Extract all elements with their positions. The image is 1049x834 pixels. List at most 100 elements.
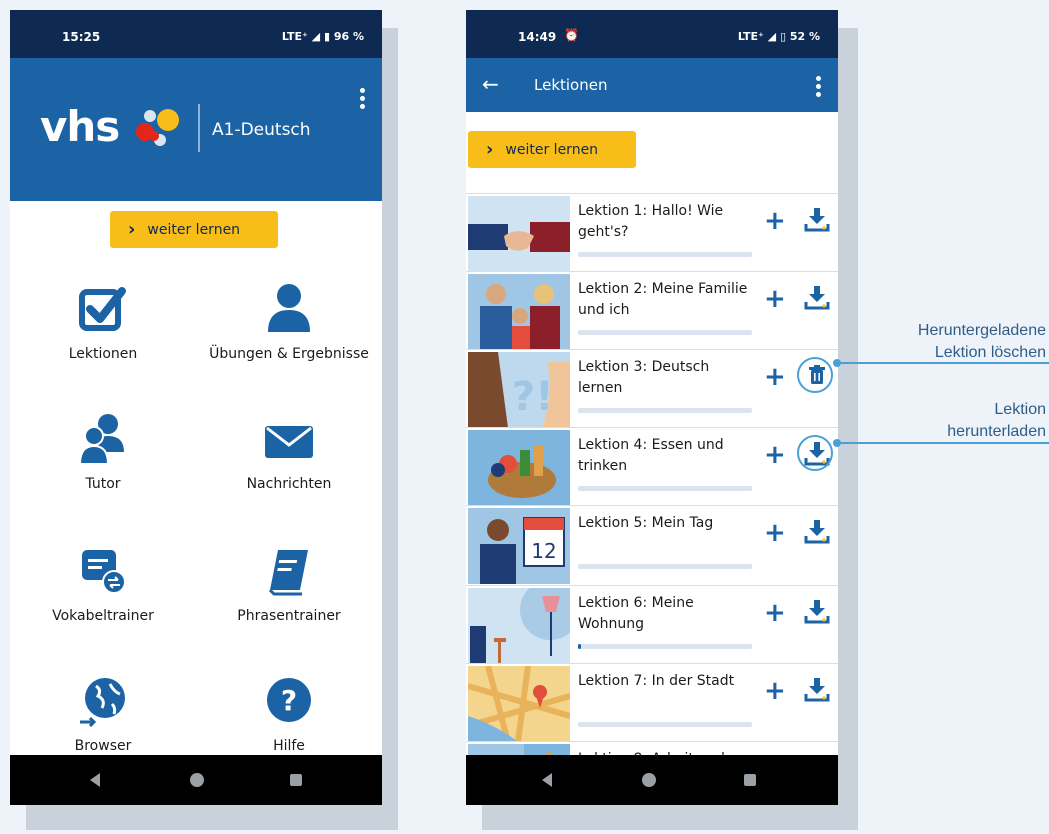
app-header: vhs A1-Deutsch (10, 58, 382, 201)
lesson-row[interactable]: Lektion 4: Essen und trinken + (466, 427, 838, 508)
callout-download-line2: herunterladen (947, 423, 1046, 440)
callout-download-line1: Lektion (994, 401, 1046, 418)
lesson-row[interactable]: Lektion 7: In der Stadt + (466, 663, 838, 744)
download-icon[interactable] (804, 206, 830, 232)
tile-label: Übungen & Ergebnisse (209, 346, 369, 362)
vocab-icon (76, 544, 130, 598)
calendar-number: 12 (531, 539, 556, 563)
nav-back-icon[interactable] (542, 773, 552, 787)
lesson-progress-bar (578, 252, 752, 257)
lesson-thumbnail (468, 196, 570, 272)
status-indicators: LTE⁺ ◢ ▯ 52 % (737, 30, 820, 43)
lesson-row[interactable]: ?! Lektion 3: Deutsch lernen + (466, 349, 838, 430)
lesson-row[interactable]: 12 Lektion 5: Mein Tag + (466, 505, 838, 586)
lesson-row[interactable]: Lektion 2: Meine Familie und ich + (466, 271, 838, 352)
lesson-row[interactable]: Lektion 1: Hallo! Wie geht's? + (466, 193, 838, 274)
tile-browser[interactable]: Browser (10, 674, 196, 754)
lesson-thumbnail: 12 (468, 508, 570, 584)
add-lesson-icon[interactable]: + (764, 286, 786, 312)
page-title: Lektionen (534, 76, 608, 94)
tile-label: Lektionen (68, 346, 138, 362)
nav-recents-icon[interactable] (744, 774, 756, 786)
nav-recents-icon[interactable] (290, 774, 302, 786)
vhs-logo: vhs (40, 102, 120, 151)
status-indicators: LTE⁺ ◢ ▮ 96 % (281, 30, 364, 43)
continue-learning-button[interactable]: › weiter lernen (468, 131, 636, 168)
lesson-progress-bar (578, 330, 752, 335)
lesson-thumbnail (468, 666, 570, 742)
callout-delete: Heruntergeladene Lektion löschen (918, 320, 1046, 364)
lesson-row[interactable]: Lektion 6: Meine Wohnung + (466, 585, 838, 666)
tile-lektionen[interactable]: Lektionen (10, 282, 196, 362)
lesson-progress-bar (578, 564, 752, 569)
chevron-right-icon: › (486, 139, 494, 160)
tile-nachrichten[interactable]: Nachrichten (196, 412, 382, 492)
callout-delete-line2: Lektion löschen (934, 344, 1046, 361)
lesson-thumbnail (468, 588, 570, 664)
highlight-ring (797, 435, 833, 471)
lesson-thumbnail: ?! (468, 352, 570, 428)
status-bar: 14:49 ⏰ LTE⁺ ◢ ▯ 52 % (466, 10, 838, 58)
tile-vokabeltrainer[interactable]: Vokabeltrainer (10, 544, 196, 624)
download-icon[interactable] (804, 676, 830, 702)
vhs-logo-dots-icon (136, 109, 179, 146)
lesson-title: Lektion 3: Deutsch lernen (578, 359, 710, 396)
lesson-title: Lektion 6: Meine Wohnung (578, 595, 694, 632)
lesson-title: Lektion 5: Mein Tag (578, 515, 714, 531)
logo-separator (198, 104, 200, 152)
nav-back-icon[interactable] (90, 773, 100, 787)
svg-text:?: ? (281, 684, 297, 717)
envelope-icon (262, 412, 316, 466)
tile-label: Phrasentrainer (237, 608, 341, 624)
tutor-icon (76, 412, 130, 466)
callout-delete-line (837, 362, 1049, 364)
tile-label: Vokabeltrainer (52, 608, 154, 624)
add-lesson-icon[interactable]: + (764, 208, 786, 234)
tile-tutor[interactable]: Tutor (10, 412, 196, 492)
phone-lessons-screen: 14:49 ⏰ LTE⁺ ◢ ▯ 52 % ← Lektionen › weit… (466, 10, 838, 805)
tile-label: Nachrichten (246, 476, 332, 492)
callout-download-dot (833, 439, 841, 447)
status-time: 14:49 (518, 30, 557, 44)
download-icon[interactable] (804, 284, 830, 310)
app-product-name: A1-Deutsch (212, 120, 311, 140)
lesson-title: Lektion 4: Essen und trinken (578, 437, 724, 474)
nav-home-icon[interactable] (642, 773, 656, 787)
continue-learning-label: weiter lernen (147, 221, 241, 238)
lesson-title: Lektion 7: In der Stadt (578, 673, 735, 689)
overflow-menu-icon[interactable] (816, 76, 821, 100)
phone-home-screen: 15:25 LTE⁺ ◢ ▮ 96 % vhs A1-Deutsch › wei… (10, 10, 382, 805)
app-header: ← Lektionen (466, 58, 838, 112)
continue-learning-label: weiter lernen (505, 141, 599, 158)
continue-learning-button[interactable]: › weiter lernen (110, 211, 278, 248)
callout-delete-dot (833, 359, 841, 367)
system-nav-bar (10, 755, 382, 805)
globe-icon (76, 674, 130, 728)
lesson-title: Lektion 1: Hallo! Wie geht's? (578, 203, 724, 240)
add-lesson-icon[interactable]: + (764, 678, 786, 704)
back-arrow-icon[interactable]: ← (482, 72, 499, 96)
book-icon (262, 544, 316, 598)
tile-phrasentrainer[interactable]: Phrasentrainer (196, 544, 382, 624)
checkbox-icon (76, 282, 130, 336)
lesson-progress-bar (578, 408, 752, 413)
download-icon[interactable] (804, 518, 830, 544)
add-lesson-icon[interactable]: + (764, 442, 786, 468)
add-lesson-icon[interactable]: + (764, 600, 786, 626)
lesson-progress-bar (578, 486, 752, 491)
download-icon[interactable] (804, 598, 830, 624)
nav-home-icon[interactable] (190, 773, 204, 787)
overflow-menu-icon[interactable] (360, 88, 365, 112)
callout-download-line (837, 442, 1049, 444)
system-nav-bar (466, 755, 838, 805)
lesson-thumbnail (468, 430, 570, 506)
add-lesson-icon[interactable]: + (764, 364, 786, 390)
add-lesson-icon[interactable]: + (764, 520, 786, 546)
tile-hilfe[interactable]: ? Hilfe (196, 674, 382, 754)
callout-download: Lektion herunterladen (947, 399, 1046, 443)
lesson-title: Lektion 2: Meine Familie und ich (578, 281, 748, 318)
status-time: 15:25 (62, 30, 101, 44)
person-icon (262, 282, 316, 336)
tile-uebungen[interactable]: Übungen & Ergebnisse (196, 282, 382, 362)
status-bar: 15:25 LTE⁺ ◢ ▮ 96 % (10, 10, 382, 58)
